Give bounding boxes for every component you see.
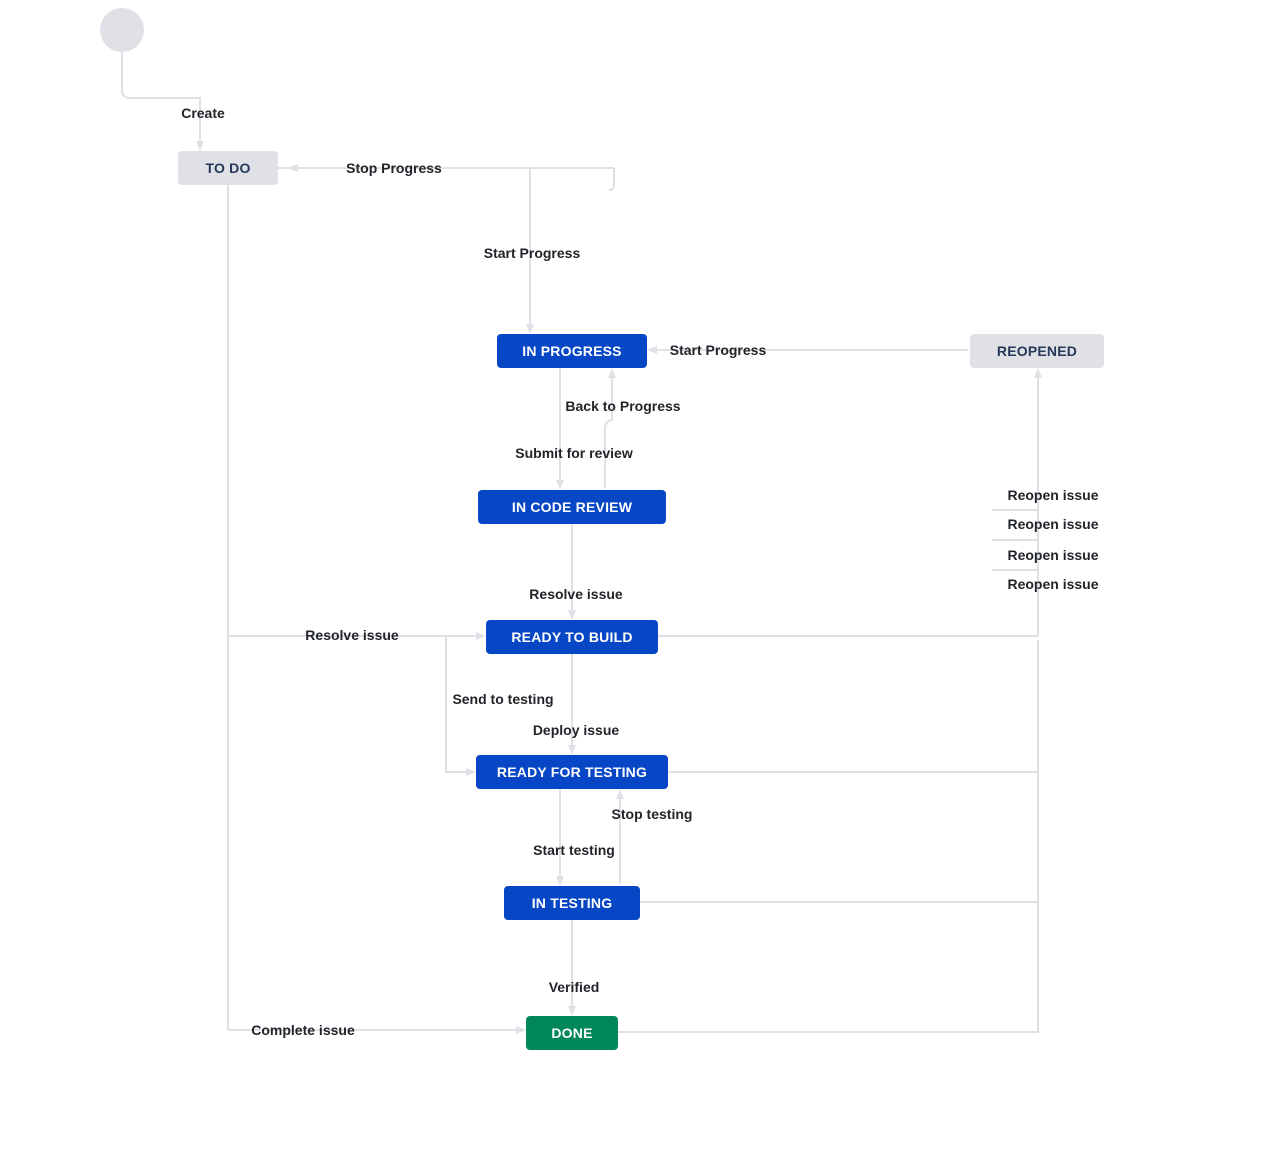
state-label: IN TESTING — [532, 895, 613, 911]
state-in-code-review[interactable]: IN CODE REVIEW — [478, 490, 666, 524]
transition-verified: Verified — [549, 979, 600, 995]
state-done[interactable]: DONE — [526, 1016, 618, 1050]
state-reopened[interactable]: REOPENED — [970, 334, 1104, 368]
state-label: READY FOR TESTING — [497, 764, 647, 780]
transition-create: Create — [181, 105, 225, 121]
transition-reopen-issue-2: Reopen issue — [1007, 516, 1098, 532]
state-label: IN CODE REVIEW — [512, 499, 632, 515]
transition-reopen-issue-3: Reopen issue — [1007, 547, 1098, 563]
state-todo[interactable]: TO DO — [178, 151, 278, 185]
state-in-progress[interactable]: IN PROGRESS — [497, 334, 647, 368]
transition-back-to-progress: Back to Progress — [565, 398, 680, 414]
transition-stop-progress: Stop Progress — [346, 160, 442, 176]
state-label: DONE — [551, 1025, 592, 1041]
transition-reopen-issue-1: Reopen issue — [1007, 487, 1098, 503]
workflow-diagram: TO DO IN PROGRESS REOPENED IN CODE REVIE… — [0, 0, 1268, 1158]
start-node — [100, 8, 144, 52]
state-label: READY TO BUILD — [511, 629, 632, 645]
state-in-testing[interactable]: IN TESTING — [504, 886, 640, 920]
state-label: REOPENED — [997, 343, 1077, 359]
transition-resolve-issue-left: Resolve issue — [305, 627, 398, 643]
transition-start-testing: Start testing — [533, 842, 615, 858]
state-label: TO DO — [205, 160, 250, 176]
transition-stop-testing: Stop testing — [612, 806, 693, 822]
state-ready-to-build[interactable]: READY TO BUILD — [486, 620, 658, 654]
transition-send-to-testing: Send to testing — [452, 691, 553, 707]
state-ready-for-testing[interactable]: READY FOR TESTING — [476, 755, 668, 789]
transition-complete-issue: Complete issue — [251, 1022, 354, 1038]
transition-reopen-issue-4: Reopen issue — [1007, 576, 1098, 592]
transition-start-progress: Start Progress — [484, 245, 580, 261]
state-label: IN PROGRESS — [522, 343, 621, 359]
transition-deploy-issue: Deploy issue — [533, 722, 619, 738]
transition-submit-review: Submit for review — [515, 445, 632, 461]
transition-resolve-issue: Resolve issue — [529, 586, 622, 602]
transition-start-progress-from-reopened: Start Progress — [670, 342, 766, 358]
